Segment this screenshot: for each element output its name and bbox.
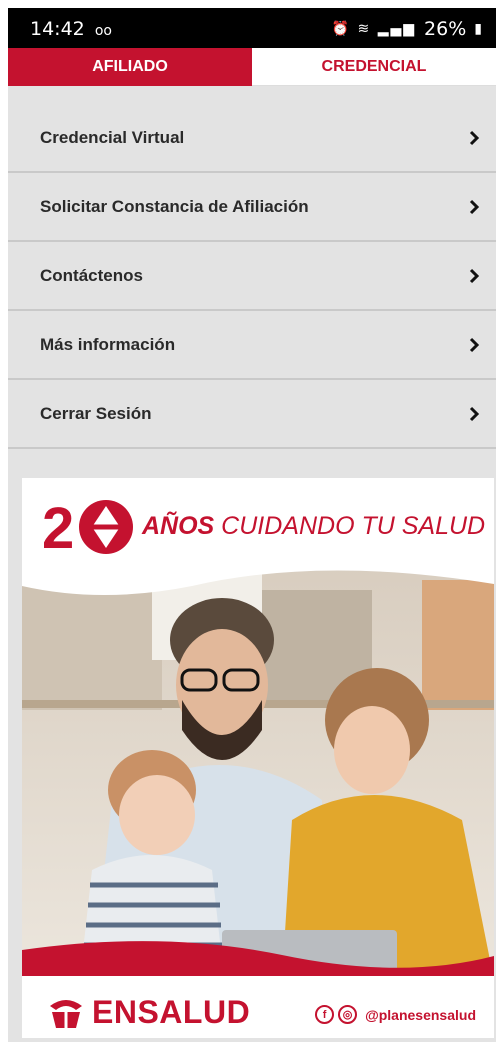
chevron-right-icon [469,199,480,214]
menu-item-solicitar-constancia[interactable]: Solicitar Constancia de Afiliación [8,173,496,242]
chevron-right-icon [469,130,480,145]
status-time: 14:42 ᴏᴏ [30,18,112,40]
wifi-icon: ≋ [357,21,372,37]
banner-tagline: AÑOS CUIDANDO TU SALUD [142,512,485,541]
status-bar: 14:42 ᴏᴏ ⏰ ≋ ▂▄▆ 26% ▮ [8,8,496,48]
social-handle[interactable]: @planesensalud [365,1007,476,1023]
tagline-rest: CUIDANDO TU SALUD [214,512,486,540]
menu-item-label: Solicitar Constancia de Afiliación [40,196,309,216]
tab-credencial-label: CREDENCIAL [321,57,427,75]
promo-banner[interactable]: 2 AÑOS CUIDANDO TU SALUD ENSALUD f ◎ @pl… [22,478,494,1038]
voicemail-icon: ᴏᴏ [94,23,112,39]
chevron-right-icon [469,268,480,283]
menu-item-label: Credencial Virtual [40,127,185,147]
social-links: f ◎ @planesensalud [315,1005,476,1024]
menu-item-label: Cerrar Sesión [40,403,152,423]
banner-header: 2 AÑOS CUIDANDO TU SALUD [22,478,494,573]
tab-credencial[interactable]: CREDENCIAL [252,48,496,86]
tab-afiliado[interactable]: AFILIADO [8,48,252,86]
chevron-right-icon [469,406,480,421]
menu-item-mas-informacion[interactable]: Más información [8,311,496,380]
brand-name: ENSALUD [92,994,251,1030]
chevron-right-icon [469,337,480,352]
tagline-bold: AÑOS [142,512,215,540]
menu-item-contactenos[interactable]: Contáctenos [8,242,496,311]
menu-item-cerrar-sesion[interactable]: Cerrar Sesión [8,380,496,449]
menu-list: Credencial Virtual Solicitar Constancia … [8,104,496,449]
signal-icon: ▂▄▆ [377,21,417,37]
facebook-icon[interactable]: f [315,1005,335,1024]
alarm-icon: ⏰ [331,21,352,37]
instagram-icon[interactable]: ◎ [338,1005,358,1024]
status-icons: ⏰ ≋ ▂▄▆ [332,21,416,37]
battery-text: 26% [424,18,467,40]
tab-bar: AFILIADO CREDENCIAL [8,48,496,86]
status-indicators: ⏰ ≋ ▂▄▆ 26% ▮ [332,18,482,40]
svg-text:2: 2 [42,496,74,556]
twenty-years-logo: 2 [42,496,133,556]
battery-icon: ▮ [474,21,482,37]
menu-item-label: Más información [40,334,176,354]
banner-footer: ENSALUD f ◎ @planesensalud [22,976,494,1038]
tab-afiliado-label: AFILIADO [92,58,168,75]
family-photo [22,560,494,980]
menu-item-credencial-virtual[interactable]: Credencial Virtual [8,104,496,173]
clock-text: 14:42 [30,18,85,40]
ensalud-logo-icon [50,1000,82,1028]
menu-item-label: Contáctenos [40,265,143,285]
app-screen: 14:42 ᴏᴏ ⏰ ≋ ▂▄▆ 26% ▮ AFILIADO CREDENCI… [8,8,496,1042]
